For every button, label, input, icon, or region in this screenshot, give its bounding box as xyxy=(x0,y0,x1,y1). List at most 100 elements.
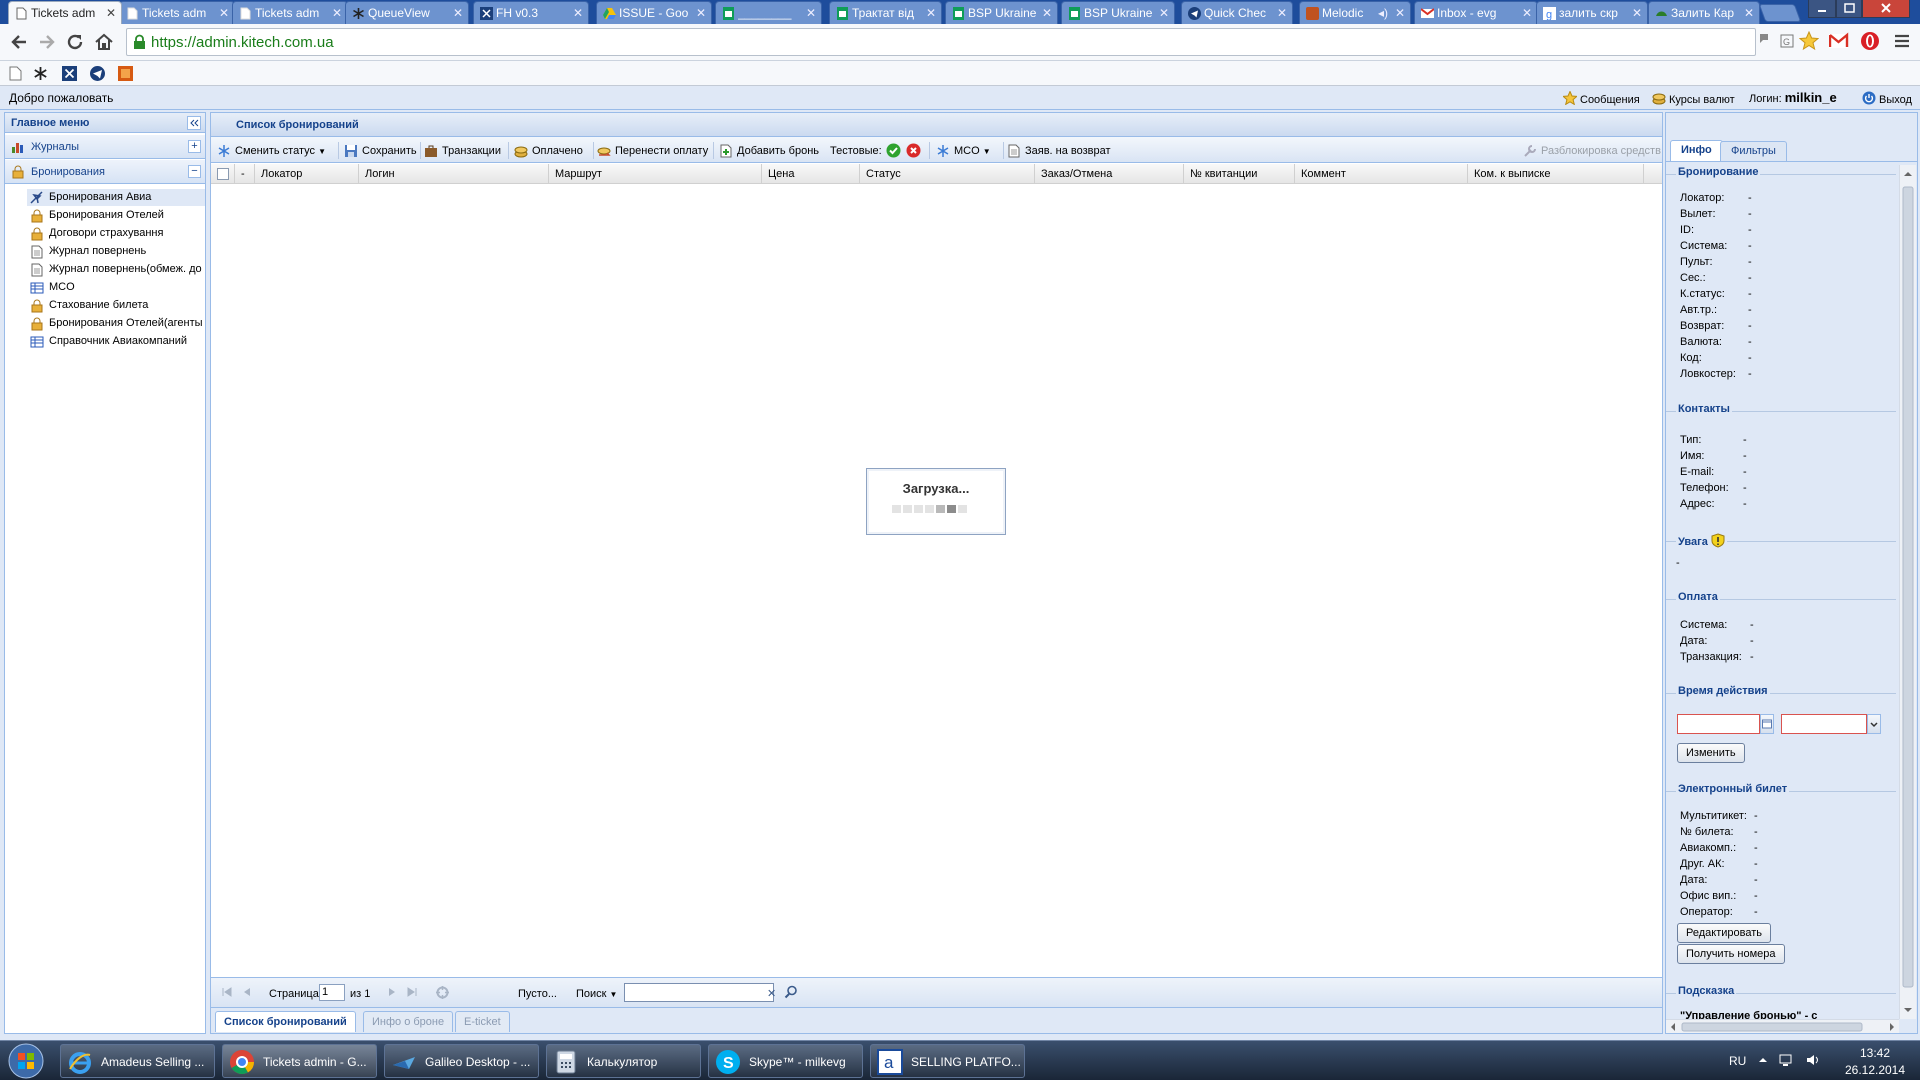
clear-search-icon[interactable]: ✕ xyxy=(767,987,776,1001)
close-icon[interactable]: ✕ xyxy=(453,6,463,20)
column-header-locator[interactable]: Локатор xyxy=(255,164,359,184)
close-icon[interactable]: ✕ xyxy=(1632,6,1642,20)
browser-tab-3[interactable]: Tickets adm ✕ xyxy=(232,1,348,24)
select-all-checkbox[interactable] xyxy=(211,164,235,184)
close-icon[interactable]: ✕ xyxy=(1522,6,1532,20)
tree-item-air-bookings[interactable]: Бронирования Авиа xyxy=(27,189,205,206)
close-icon[interactable]: ✕ xyxy=(1159,6,1169,20)
taskbar-item-selling-platform[interactable]: a SELLING PLATFO... xyxy=(870,1044,1025,1078)
chevron-down-icon[interactable] xyxy=(1867,714,1881,734)
page-action-icon[interactable]: G xyxy=(1779,32,1795,50)
close-icon[interactable]: ✕ xyxy=(573,6,583,20)
taskbar-item-amadeus[interactable]: Amadeus Selling ... xyxy=(60,1044,215,1078)
prev-page-icon[interactable] xyxy=(241,986,253,998)
close-icon[interactable]: ✕ xyxy=(219,6,229,20)
taskbar-item-galileo[interactable]: Galileo Desktop - ... xyxy=(384,1044,539,1078)
collapse-panel-icon[interactable] xyxy=(187,116,201,130)
close-icon[interactable]: ✕ xyxy=(1277,6,1287,20)
cancel-icon[interactable] xyxy=(906,143,921,158)
browser-tab-6[interactable]: ISSUE - Goo ✕ xyxy=(596,1,712,24)
asterisk-icon[interactable] xyxy=(33,66,48,81)
mco-button[interactable]: MCO ▼ xyxy=(936,144,991,159)
bookmark-star-icon[interactable] xyxy=(1799,31,1819,51)
browser-tab-9[interactable]: BSP Ukraine ✕ xyxy=(945,1,1058,24)
next-page-icon[interactable] xyxy=(386,986,398,998)
browser-tab-8[interactable]: Трактат від ✕ xyxy=(829,1,942,24)
messages-link[interactable]: Сообщения xyxy=(1563,91,1640,107)
paid-button[interactable]: Оплачено xyxy=(514,144,583,158)
change-validity-button[interactable]: Изменить xyxy=(1677,743,1745,763)
column-header-price[interactable]: Цена xyxy=(762,164,860,184)
tree-item-airlines-directory[interactable]: Справочник Авиакомпаний xyxy=(27,333,205,350)
edit-eticket-button[interactable]: Редактировать xyxy=(1677,923,1771,943)
browser-tab-13[interactable]: Inbox - evg ✕ xyxy=(1414,1,1538,24)
translate-icon[interactable] xyxy=(1757,32,1773,50)
start-button[interactable] xyxy=(6,1043,46,1079)
back-icon[interactable] xyxy=(9,32,29,52)
menu-icon[interactable] xyxy=(1894,34,1910,48)
change-status-button[interactable]: Сменить статус ▼ xyxy=(217,144,326,159)
save-button[interactable]: Сохранить xyxy=(344,144,417,158)
column-header-receipt-number[interactable]: № квитанции xyxy=(1184,164,1295,184)
browser-tab-15[interactable]: Залить Кар ✕ xyxy=(1648,1,1760,24)
telegram-icon[interactable] xyxy=(90,66,105,81)
check-icon[interactable] xyxy=(886,143,901,158)
close-icon[interactable]: ✕ xyxy=(106,6,116,20)
minimize-button[interactable] xyxy=(1808,0,1836,18)
refund-request-button[interactable]: Заяв. на возврат xyxy=(1007,144,1111,158)
taskbar-item-chrome[interactable]: Tickets admin - G... xyxy=(222,1044,377,1078)
calendar-icon[interactable] xyxy=(1760,714,1774,734)
validity-date-input[interactable] xyxy=(1677,714,1760,734)
collapse-icon[interactable]: − xyxy=(188,165,201,178)
tree-item-refund-journal-limited[interactable]: Журнал повернень(обмеж. до xyxy=(27,261,205,278)
close-icon[interactable]: ✕ xyxy=(806,6,816,20)
tree-item-mco[interactable]: MCO xyxy=(27,279,205,296)
search-input[interactable] xyxy=(624,983,774,1002)
window-close-button[interactable] xyxy=(1862,0,1910,18)
column-header[interactable]: - xyxy=(235,164,255,184)
tab-info[interactable]: Инфо xyxy=(1670,140,1723,162)
close-icon[interactable]: ✕ xyxy=(1042,6,1052,20)
browser-tab-12[interactable]: Melodic ◂) ✕ xyxy=(1299,1,1411,24)
clock-time[interactable]: 13:42 xyxy=(1843,1046,1907,1060)
column-header-order-cancel[interactable]: Заказ/Отмена xyxy=(1035,164,1184,184)
maximize-button[interactable] xyxy=(1836,0,1862,18)
currency-rates-link[interactable]: Курсы валют xyxy=(1652,91,1735,107)
tree-item-agent-hotel-bookings[interactable]: Бронирования Отелей(агенты xyxy=(27,315,205,332)
reload-icon[interactable] xyxy=(65,32,85,52)
column-header-route[interactable]: Маршрут xyxy=(549,164,762,184)
gmail-extension-icon[interactable] xyxy=(1829,32,1849,50)
vertical-scrollbar[interactable] xyxy=(1899,165,1916,1019)
transactions-button[interactable]: Транзакции xyxy=(424,144,501,158)
add-booking-button[interactable]: Добавить бронь xyxy=(719,144,819,158)
new-tab-button[interactable] xyxy=(1758,4,1802,22)
close-icon[interactable]: ✕ xyxy=(1744,6,1754,20)
home-icon[interactable] xyxy=(94,32,114,52)
accordion-bookings[interactable]: Бронирования − xyxy=(5,160,205,184)
tree-item-refund-journal[interactable]: Журнал повернень xyxy=(27,243,205,260)
close-icon[interactable]: ✕ xyxy=(926,6,936,20)
column-header-statement-comment[interactable]: Ком. к выписке xyxy=(1468,164,1644,184)
column-header-login[interactable]: Логин xyxy=(359,164,549,184)
address-bar[interactable]: https://admin.kitech.com.ua xyxy=(126,28,1756,56)
browser-tab-14[interactable]: g залить скр ✕ xyxy=(1536,1,1648,24)
browser-tab-7[interactable]: ________ ✕ xyxy=(715,1,822,24)
page-number-input[interactable]: 1 xyxy=(319,984,345,1001)
tree-item-insurance-contracts[interactable]: Договори страхування xyxy=(27,225,205,242)
close-icon[interactable]: ✕ xyxy=(696,6,706,20)
tab-bookings-list[interactable]: Список бронирований xyxy=(215,1011,356,1032)
taskbar-item-calculator[interactable]: Калькулятор xyxy=(546,1044,701,1078)
close-icon[interactable]: ✕ xyxy=(332,6,342,20)
horizontal-scrollbar[interactable] xyxy=(1666,1019,1899,1033)
forward-icon[interactable] xyxy=(37,32,57,52)
accordion-journals[interactable]: Журналы + xyxy=(5,135,205,159)
opera-extension-icon[interactable] xyxy=(1860,31,1880,51)
column-header-status[interactable]: Статус xyxy=(860,164,1035,184)
orange-app-icon[interactable] xyxy=(118,66,133,81)
browser-tab-10[interactable]: BSP Ukraine ✕ xyxy=(1061,1,1175,24)
logout-link[interactable]: Выход xyxy=(1862,91,1912,107)
taskbar-item-skype[interactable]: S Skype™ - milkevg xyxy=(708,1044,863,1078)
tree-item-ticket-insurance[interactable]: Стахование билета xyxy=(27,297,205,314)
close-icon[interactable]: ✕ xyxy=(1395,6,1405,20)
first-page-icon[interactable] xyxy=(221,986,233,998)
